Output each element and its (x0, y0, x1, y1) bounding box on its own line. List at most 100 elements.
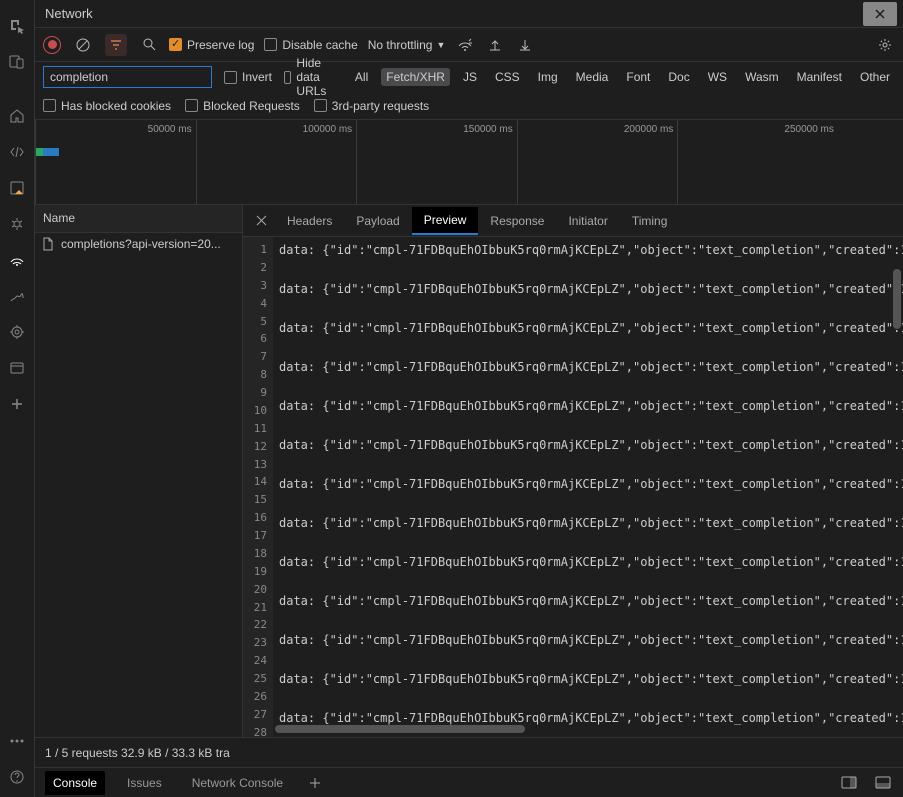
line-gutter: 1234567891011121314151617181920212223242… (243, 237, 273, 737)
code-line (279, 495, 899, 515)
tab-response[interactable]: Response (478, 208, 556, 234)
type-filter-other[interactable]: Other (855, 68, 895, 86)
import-icon[interactable] (485, 35, 505, 55)
invert-checkbox[interactable] (224, 71, 237, 84)
type-filter-js[interactable]: JS (458, 68, 482, 86)
type-filter-wasm[interactable]: Wasm (740, 68, 784, 86)
code-line (279, 417, 899, 437)
code-line (279, 690, 899, 710)
network-toolbar: Preserve log Disable cache No throttling… (35, 28, 903, 62)
hide-data-urls-checkbox[interactable] (284, 71, 291, 84)
blocked-requests-checkbox[interactable] (185, 99, 198, 112)
tab-headers[interactable]: Headers (275, 208, 344, 234)
type-filter-img[interactable]: Img (533, 68, 563, 86)
code-line: data: {"id":"cmpl-71FDBquEhOIbbuK5rq0rmA… (279, 319, 899, 339)
code-line: data: {"id":"cmpl-71FDBquEhOIbbuK5rq0rmA… (279, 514, 899, 534)
disable-cache-checkbox[interactable] (264, 38, 277, 51)
tab-network-console[interactable]: Network Console (184, 771, 291, 795)
content-row: Name completions?api-version=20... Heade… (35, 205, 903, 737)
settings-icon[interactable] (875, 35, 895, 55)
close-panel-button[interactable] (863, 2, 897, 26)
elements-icon[interactable] (5, 140, 29, 164)
network-icon[interactable] (5, 248, 29, 272)
code-line: data: {"id":"cmpl-71FDBquEhOIbbuK5rq0rmA… (279, 475, 899, 495)
debugger-icon[interactable] (5, 212, 29, 236)
type-filter-ws[interactable]: WS (703, 68, 732, 86)
code-line: data: {"id":"cmpl-71FDBquEhOIbbuK5rq0rmA… (279, 592, 899, 612)
code-line (279, 534, 899, 554)
dock-icon[interactable] (839, 773, 859, 793)
export-icon[interactable] (515, 35, 535, 55)
type-filter-media[interactable]: Media (571, 68, 614, 86)
type-filter-fetchxhr[interactable]: Fetch/XHR (381, 68, 450, 86)
filter-toolbar: Invert Hide data URLs AllFetch/XHRJSCSSI… (35, 62, 903, 92)
add-icon[interactable] (5, 392, 29, 416)
search-icon[interactable] (139, 35, 159, 55)
home-icon[interactable] (5, 104, 29, 128)
detail-tabs: Headers Payload Preview Response Initiat… (243, 205, 903, 237)
type-filter-font[interactable]: Font (621, 68, 655, 86)
request-row[interactable]: completions?api-version=20... (35, 233, 242, 255)
tab-issues[interactable]: Issues (119, 771, 170, 795)
close-details-button[interactable] (247, 215, 275, 226)
code-line (279, 651, 899, 671)
tab-initiator[interactable]: Initiator (556, 208, 619, 234)
code-line (279, 573, 899, 593)
more-icon[interactable] (5, 729, 29, 753)
preview-code[interactable]: data: {"id":"cmpl-71FDBquEhOIbbuK5rq0rmA… (273, 237, 903, 737)
tab-timing[interactable]: Timing (620, 208, 680, 234)
code-line (279, 300, 899, 320)
code-line: data: {"id":"cmpl-71FDBquEhOIbbuK5rq0rmA… (279, 553, 899, 573)
code-line (279, 612, 899, 632)
preserve-log-checkbox[interactable] (169, 38, 182, 51)
filter-toggle-button[interactable] (105, 34, 127, 56)
main-panel: Network Preserve log Disable cache No th… (35, 0, 903, 797)
expand-icon[interactable] (873, 773, 893, 793)
code-line: data: {"id":"cmpl-71FDBquEhOIbbuK5rq0rmA… (279, 436, 899, 456)
tab-preview[interactable]: Preview (412, 207, 479, 235)
timeline-tick-label: 100000 ms (303, 124, 352, 135)
performance-icon[interactable] (5, 284, 29, 308)
preserve-log-label: Preserve log (187, 38, 254, 52)
preview-body: 1234567891011121314151617181920212223242… (243, 237, 903, 737)
chevron-down-icon: ▼ (436, 40, 445, 50)
horizontal-scrollbar[interactable] (275, 725, 889, 733)
blocked-cookies-checkbox[interactable] (43, 99, 56, 112)
timeline-tick-label: 200000 ms (624, 124, 673, 135)
throttling-select[interactable]: No throttling ▼ (368, 38, 446, 52)
memory-icon[interactable] (5, 320, 29, 344)
third-party-checkbox[interactable] (314, 99, 327, 112)
titlebar: Network (35, 0, 903, 28)
type-filter-doc[interactable]: Doc (663, 68, 694, 86)
vertical-scrollbar[interactable] (893, 269, 901, 725)
filter-toolbar-2: Has blocked cookies Blocked Requests 3rd… (35, 92, 903, 120)
clear-icon[interactable] (73, 35, 93, 55)
network-conditions-icon[interactable] (455, 35, 475, 55)
record-button[interactable] (43, 36, 61, 54)
type-filter-manifest[interactable]: Manifest (792, 68, 847, 86)
blocked-requests-label: Blocked Requests (203, 99, 300, 113)
tab-payload[interactable]: Payload (344, 208, 411, 234)
timeline-tick-label: 250000 ms (784, 124, 833, 135)
timeline[interactable]: 50000 ms100000 ms150000 ms200000 ms25000… (35, 120, 903, 205)
activity-bar (0, 0, 35, 797)
device-icon[interactable] (5, 50, 29, 74)
tab-console[interactable]: Console (45, 771, 105, 795)
file-icon (41, 237, 55, 251)
third-party-label: 3rd-party requests (332, 99, 429, 113)
sources-icon[interactable] (5, 176, 29, 200)
detail-column: Headers Payload Preview Response Initiat… (243, 205, 903, 737)
add-tab-icon[interactable] (305, 773, 325, 793)
filter-input[interactable] (43, 66, 212, 88)
type-filter-css[interactable]: CSS (490, 68, 525, 86)
type-filter-all[interactable]: All (350, 68, 373, 86)
panel-title: Network (45, 6, 93, 21)
application-icon[interactable] (5, 356, 29, 380)
name-column: Name completions?api-version=20... (35, 205, 243, 737)
timeline-tick-label: 150000 ms (463, 124, 512, 135)
inspect-icon[interactable] (5, 14, 29, 38)
name-header[interactable]: Name (35, 205, 242, 233)
help-icon[interactable] (5, 765, 29, 789)
code-line (279, 378, 899, 398)
status-bar: 1 / 5 requests 32.9 kB / 33.3 kB tra (35, 737, 903, 767)
